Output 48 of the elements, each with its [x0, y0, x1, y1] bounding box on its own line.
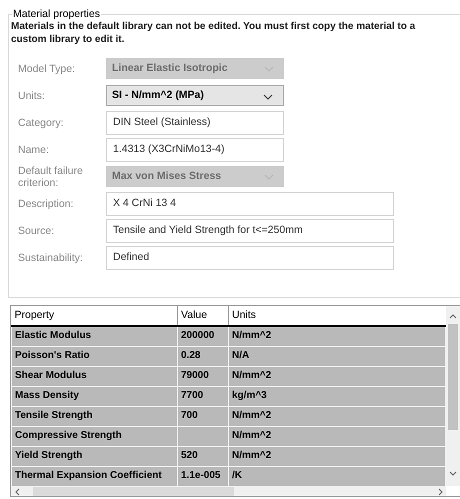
- scroll-left-icon[interactable]: [15, 488, 20, 496]
- table-cell: Tensile Strength: [15, 410, 93, 421]
- table-cell: 700: [181, 410, 198, 421]
- table-cell: Thermal Expansion Coefficient: [15, 470, 162, 481]
- field-label: Model Type:: [18, 62, 76, 74]
- input-field[interactable]: X 4 CrNi 13 4: [106, 192, 394, 216]
- horizontal-scrollbar[interactable]: [11, 486, 446, 496]
- table-cell: Yield Strength: [15, 450, 82, 461]
- table-cell: N/mm^2: [232, 370, 272, 381]
- field-label: Sustainability:: [18, 252, 84, 264]
- input-field[interactable]: DIN Steel (Stainless): [106, 110, 284, 134]
- field-label: Name:: [18, 144, 50, 156]
- notice-text: Materials in the default library can not be edited. You must first copy the material to a custom library to edit it.: [11, 20, 416, 46]
- table-cell: kg/m^3: [232, 390, 267, 401]
- table-cell: 7700: [181, 390, 204, 401]
- table-cell: 200000: [181, 330, 214, 342]
- vertical-scrollbar[interactable]: [446, 306, 460, 486]
- field-label: Source:: [18, 224, 56, 236]
- table-cell: 79000: [181, 370, 209, 381]
- table-cell: 520: [181, 450, 198, 461]
- scroll-up-icon[interactable]: [449, 314, 457, 319]
- table-cell: 1.1e-005: [181, 470, 220, 481]
- table-cell: Mass Density: [15, 390, 79, 401]
- input-field[interactable]: Defined: [106, 246, 394, 270]
- table-cell: Compressive Strength: [15, 430, 122, 441]
- input-field[interactable]: 1.4313 (X3CrNiMo13-4): [106, 138, 284, 162]
- dropdown[interactable]: SI - N/mm^2 (MPa): [106, 85, 284, 106]
- table-cell: N/mm^2: [232, 430, 272, 441]
- scroll-right-icon[interactable]: [438, 488, 443, 496]
- table-cell: 0.28: [181, 350, 200, 361]
- table-cell: N/A: [232, 350, 250, 361]
- scrollbar-thumb[interactable]: [33, 487, 234, 496]
- table-cell: /K: [232, 470, 242, 481]
- table-cell: N/mm^2: [232, 330, 272, 342]
- chevron-down-icon: [263, 94, 273, 100]
- input-field[interactable]: Tensile and Yield Strength for t<=250mm: [106, 218, 394, 242]
- table-cell: Elastic Modulus: [15, 330, 92, 342]
- group-title: Material properties: [12, 7, 101, 21]
- table-cell: N/mm^2: [232, 410, 272, 421]
- table-cell: Shear Modulus: [15, 370, 87, 381]
- field-label: Units:: [18, 90, 46, 102]
- table-cell: Poisson's Ratio: [15, 350, 90, 361]
- table-cell: N/mm^2: [232, 450, 272, 461]
- scrollbar-thumb[interactable]: [448, 324, 458, 430]
- scroll-down-icon[interactable]: [449, 471, 457, 476]
- field-label: Description:: [18, 198, 74, 210]
- field-label: Category:: [18, 116, 65, 128]
- field-label: Default failure criterion:: [18, 164, 84, 188]
